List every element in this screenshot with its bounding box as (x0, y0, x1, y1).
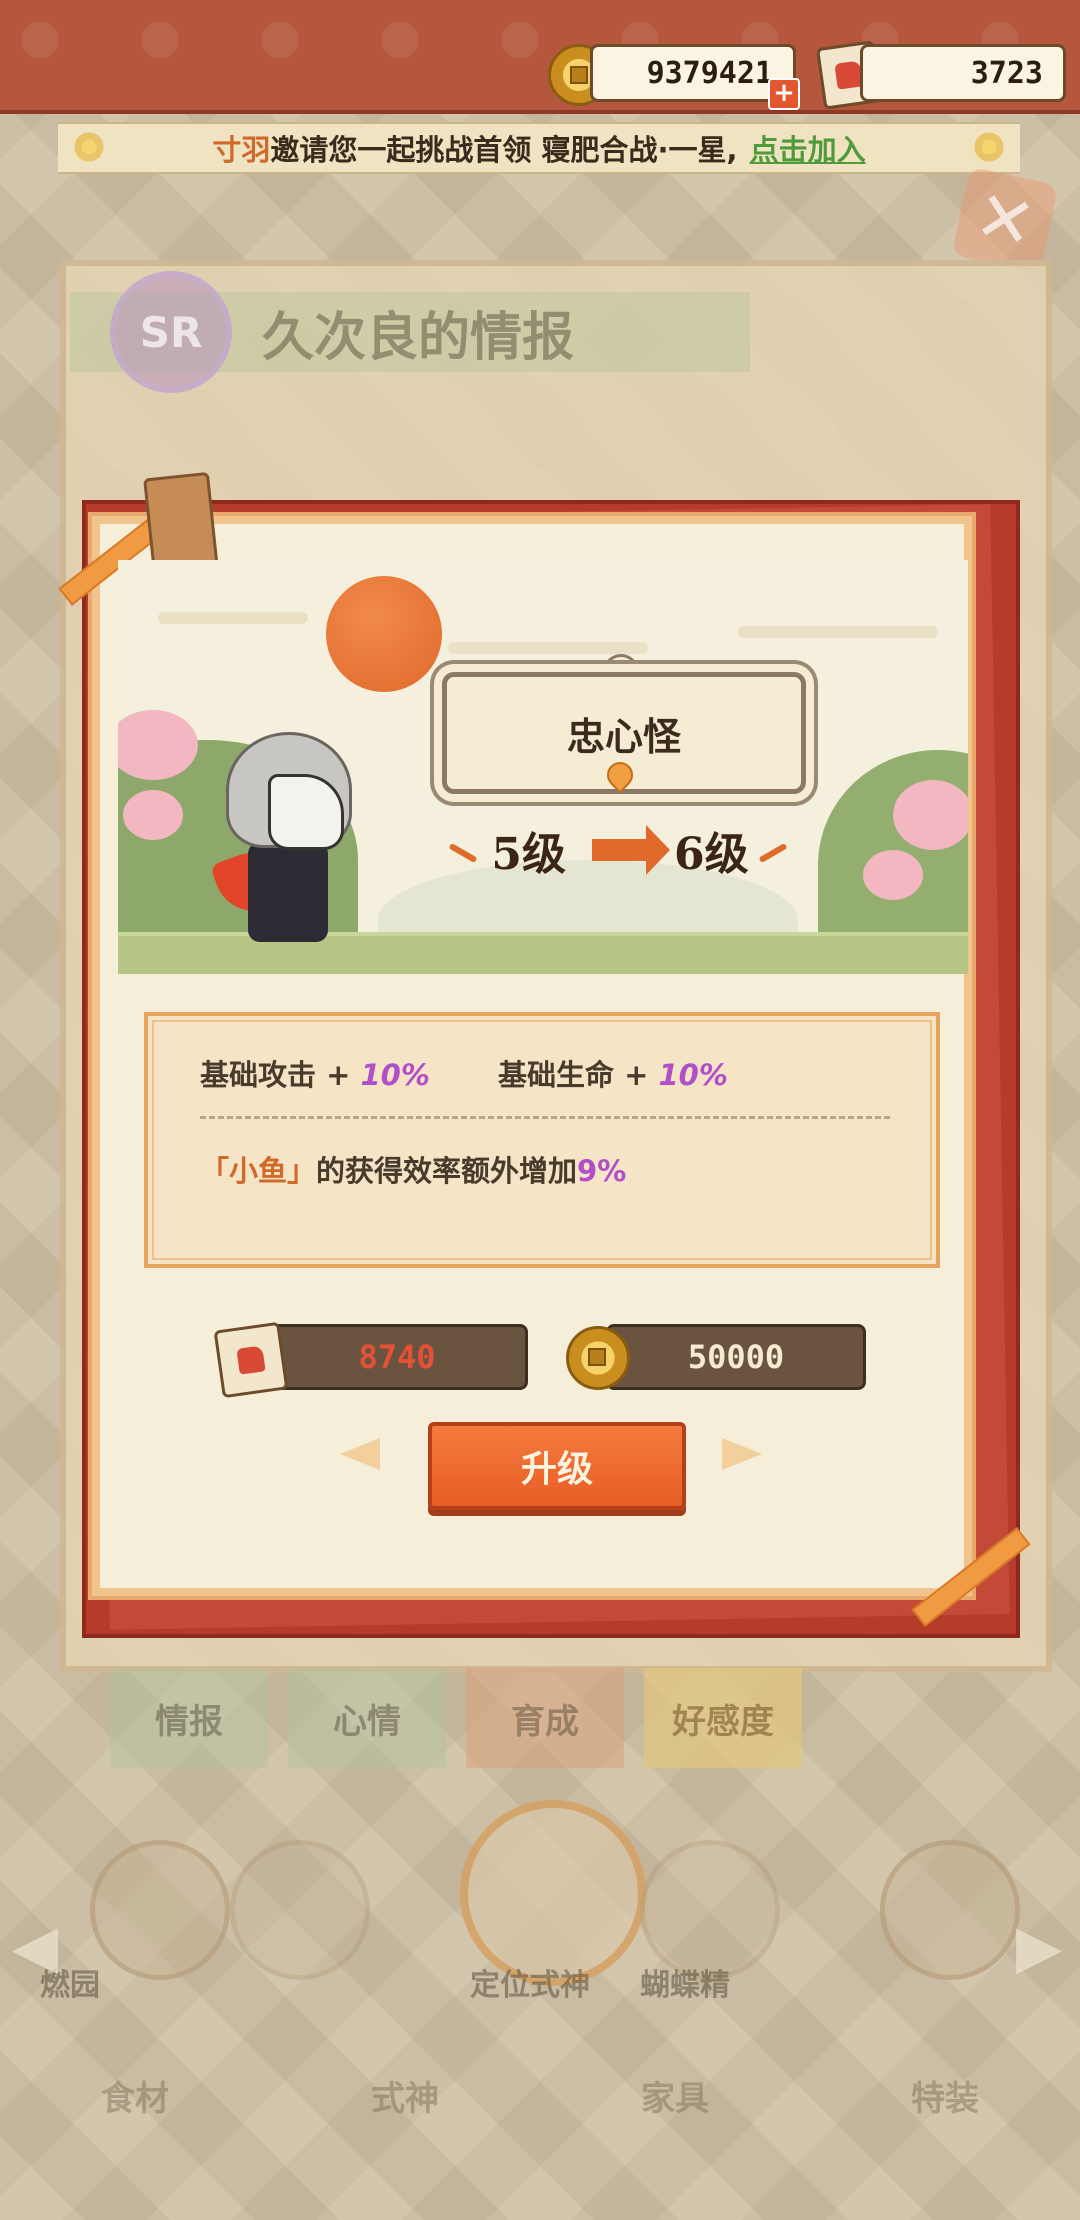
invite-message: 邀请您一起挑战首领 寝肥合战·一星, (270, 133, 738, 167)
blossom-decoration (863, 850, 923, 900)
level-change: 5级 6级 (440, 818, 800, 882)
tab-affection[interactable]: 好感度 (644, 1668, 802, 1768)
attack-stat: 基础攻击 + 10% (200, 1052, 430, 1094)
shiki-avatar[interactable] (90, 1840, 230, 1980)
top-bar: 9379421 + 3723 (0, 0, 1080, 114)
blossom-decoration (893, 780, 968, 850)
perk-description: 「小鱼」的获得效率额外增加9% (200, 1148, 626, 1190)
chevron-left-icon (340, 1438, 380, 1470)
coin-balance-value: 9379421 (646, 55, 773, 91)
shiki-right-label: 蝴蝶精 (640, 1968, 730, 2003)
background-title: 久次良的情报 (262, 307, 575, 368)
cloud-band (448, 642, 648, 654)
level-to: 6级 (674, 829, 749, 880)
like-ticket-icon (213, 1321, 289, 1399)
hp-stat: 基础生命 + 10% (498, 1052, 728, 1094)
hp-value: 10% (658, 1058, 728, 1092)
chevron-right-icon (722, 1438, 762, 1470)
like-balance: 3723 (860, 44, 1066, 102)
nav-furniture[interactable]: 家具 (641, 2071, 709, 2120)
level-from: 5级 (491, 829, 566, 880)
nav-shikigami[interactable]: 式神 (371, 2071, 439, 2120)
nav-special[interactable]: 特装 (911, 2071, 979, 2120)
stats-panel: 基础攻击 + 10% 基础生命 + 10% 「小鱼」的获得效率额外增加9% (144, 1012, 940, 1268)
tab-mood[interactable]: 心情 (288, 1668, 446, 1768)
skill-name: 忠心怪 (566, 714, 681, 759)
shiki-avatar[interactable] (230, 1840, 370, 1980)
attack-value: 10% (360, 1058, 430, 1092)
tab-growth[interactable]: 育成 (466, 1668, 624, 1768)
coin-balance: 9379421 (590, 44, 796, 102)
coin-icon (566, 1326, 630, 1390)
tab-info[interactable]: 情报 (110, 1668, 268, 1768)
join-link[interactable]: 点击加入 (750, 127, 866, 169)
cost-coins-value: 50000 (687, 1338, 785, 1376)
perk-text: 的获得效率额外增加 (316, 1154, 578, 1188)
add-coins-icon[interactable]: + (768, 78, 800, 110)
upgrade-label: 升级 (520, 1449, 593, 1490)
background-tabs: 情报 心情 育成 好感度 (110, 1668, 802, 1768)
flower-icon (72, 130, 106, 164)
next-arrow-icon[interactable]: ▶ (1016, 1912, 1062, 1982)
inviter-name: 寸羽 (212, 133, 271, 167)
bottom-nav: 食材 式神 家具 特装 (0, 2040, 1080, 2150)
flower-icon (972, 130, 1006, 164)
arrow-right-icon (592, 825, 670, 875)
sun-decoration (326, 576, 442, 692)
shiki-center-label: 定位式神 (470, 1968, 590, 2003)
invite-banner[interactable]: 寸羽 邀请您一起挑战首领 寝肥合战·一星, 点击加入 (58, 122, 1020, 174)
cost-coins: 50000 (606, 1324, 866, 1390)
rarity-badge: SR (110, 271, 232, 393)
perk-value: 9% (577, 1154, 627, 1188)
close-icon[interactable]: ✕ (951, 166, 1059, 274)
like-balance-value: 3723 (970, 55, 1043, 91)
character-mask (268, 774, 344, 850)
shiki-avatar[interactable] (880, 1840, 1020, 1980)
character-body (248, 842, 328, 942)
upgrade-button[interactable]: 升级 (428, 1422, 686, 1510)
blossom-decoration (123, 790, 183, 840)
perk-name: 「小鱼」 (200, 1154, 317, 1188)
attack-label: 基础攻击 + (200, 1058, 361, 1092)
cloud-band (158, 612, 308, 624)
shiki-selector: 燃园 定位式神 蝴蝶精 (0, 1800, 1080, 2020)
cost-likes-value: 8740 (358, 1338, 436, 1376)
cost-likes: 8740 (266, 1324, 528, 1390)
cloud-band (738, 626, 938, 638)
shiki-avatar-selected[interactable] (460, 1800, 646, 1986)
shiki-avatar[interactable] (640, 1840, 780, 1980)
nav-ingredients[interactable]: 食材 (101, 2071, 169, 2120)
shikigami-character (208, 732, 358, 962)
divider (200, 1116, 890, 1119)
hp-label: 基础生命 + (498, 1058, 659, 1092)
background-header: SR 久次良的情报 (70, 271, 750, 393)
prev-arrow-icon[interactable]: ◀ (12, 1912, 58, 1982)
